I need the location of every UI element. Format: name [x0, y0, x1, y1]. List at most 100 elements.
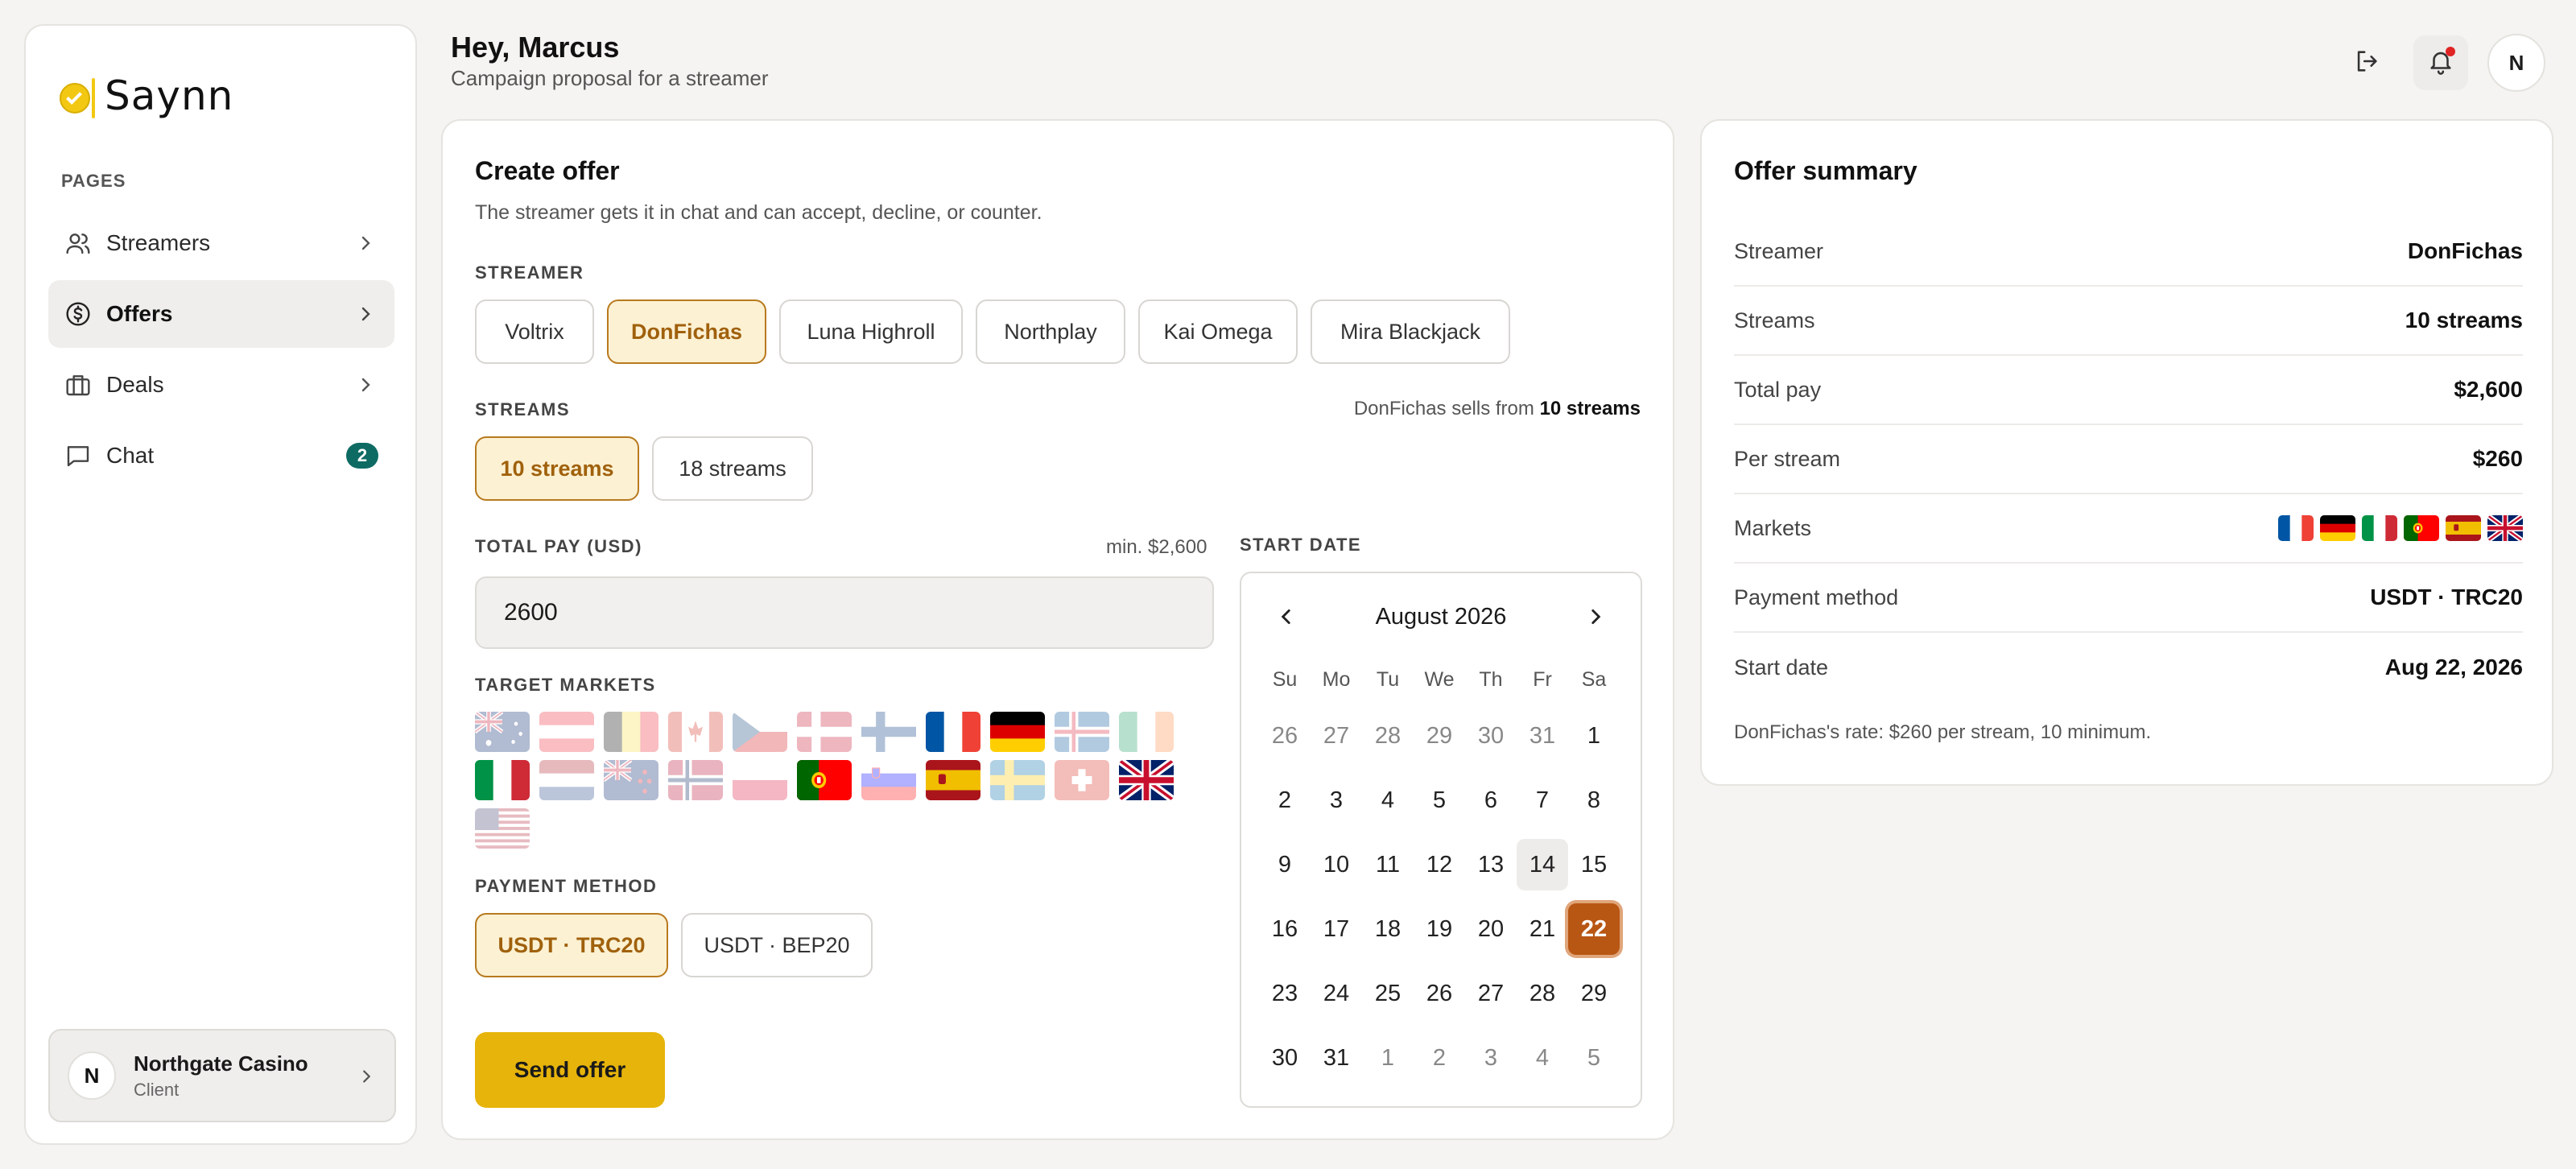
payment-option-bep20[interactable]: USDT · BEP20 [681, 913, 873, 977]
flag-ie-icon[interactable] [1119, 712, 1174, 752]
sidebar-item-label: Chat [106, 443, 155, 468]
calendar-day[interactable]: 12 [1414, 839, 1465, 890]
account-role: Client [134, 1079, 180, 1100]
logout-button[interactable] [2339, 35, 2394, 90]
calendar-day-outside[interactable]: 2 [1414, 1032, 1465, 1084]
account-switcher[interactable]: N Northgate Casino Client [48, 1029, 396, 1122]
calendar-day[interactable]: 11 [1362, 839, 1414, 890]
streamer-chip-donfichas[interactable]: DonFichas [607, 299, 766, 364]
send-offer-button[interactable]: Send offer [475, 1032, 665, 1108]
flag-at-icon[interactable] [539, 712, 594, 752]
sidebar-item-chat[interactable]: Chat 2 [48, 422, 394, 489]
flag-nl-icon[interactable] [539, 760, 594, 800]
flag-pl-icon[interactable] [733, 760, 787, 800]
streamer-chip-voltrix[interactable]: Voltrix [475, 299, 594, 364]
calendar-day[interactable]: 20 [1465, 903, 1517, 955]
calendar-day-selected[interactable]: 22 [1568, 903, 1620, 955]
calendar-day[interactable]: 26 [1414, 968, 1465, 1019]
calendar-day[interactable]: 9 [1259, 839, 1311, 890]
calendar-day[interactable]: 21 [1517, 903, 1568, 955]
streams-option-10[interactable]: 10 streams [475, 436, 639, 501]
total-pay-label: TOTAL PAY (USD) [475, 536, 642, 556]
flag-nz-icon[interactable] [604, 760, 658, 800]
calendar-day[interactable]: 29 [1568, 968, 1620, 1019]
calendar-day[interactable]: 18 [1362, 903, 1414, 955]
calendar-day[interactable]: 8 [1568, 775, 1620, 826]
calendar-day[interactable]: 30 [1259, 1032, 1311, 1084]
calendar-day-outside[interactable]: 1 [1362, 1032, 1414, 1084]
streams-option-18[interactable]: 18 streams [652, 436, 813, 501]
calendar-day[interactable]: 15 [1568, 839, 1620, 890]
flag-ch-icon[interactable] [1055, 760, 1109, 800]
calendar-day-outside[interactable]: 4 [1517, 1032, 1568, 1084]
flag-pt-icon[interactable] [797, 760, 852, 800]
flag-de-icon [2320, 515, 2355, 541]
total-pay-input[interactable] [475, 576, 1214, 649]
calendar-day-outside[interactable]: 5 [1568, 1032, 1620, 1084]
calendar-day[interactable]: 28 [1517, 968, 1568, 1019]
flag-dk-icon[interactable] [797, 712, 852, 752]
calendar-day[interactable]: 16 [1259, 903, 1311, 955]
sidebar-item-offers[interactable]: Offers [48, 280, 394, 348]
flag-be-icon[interactable] [604, 712, 658, 752]
flag-fr-icon[interactable] [926, 712, 980, 752]
flag-de-icon[interactable] [990, 712, 1045, 752]
calendar-day-outside[interactable]: 30 [1465, 710, 1517, 762]
calendar-day[interactable]: 7 [1517, 775, 1568, 826]
calendar-day-outside[interactable]: 31 [1517, 710, 1568, 762]
summary-row-per-stream: Per stream $260 [1734, 425, 2523, 494]
payment-option-trc20[interactable]: USDT · TRC20 [475, 913, 668, 977]
flag-fi-icon[interactable] [861, 712, 916, 752]
calendar-day[interactable]: 24 [1311, 968, 1362, 1019]
dollar-circle-icon [64, 300, 92, 328]
summary-value: Aug 22, 2026 [2384, 655, 2523, 680]
calendar-day[interactable]: 6 [1465, 775, 1517, 826]
streamer-chip-northplay[interactable]: Northplay [976, 299, 1125, 364]
brand-logo[interactable]: Saynn [60, 72, 233, 119]
calendar-day-outside[interactable]: 3 [1465, 1032, 1517, 1084]
calendar-day[interactable]: 14 [1517, 839, 1568, 890]
flag-no-icon[interactable] [668, 760, 723, 800]
flag-ca-icon[interactable] [668, 712, 723, 752]
account-name: Northgate Casino [134, 1051, 308, 1076]
flag-us-icon[interactable] [475, 808, 530, 849]
flag-si-icon[interactable] [861, 760, 916, 800]
calendar-day[interactable]: 31 [1311, 1032, 1362, 1084]
calendar-day[interactable]: 27 [1465, 968, 1517, 1019]
calendar-day-outside[interactable]: 28 [1362, 710, 1414, 762]
calendar-day[interactable]: 2 [1259, 775, 1311, 826]
sidebar-item-streamers[interactable]: Streamers [48, 209, 394, 277]
summary-value: $2,600 [2454, 377, 2523, 402]
summary-key: Markets [1734, 515, 1812, 540]
flag-se-icon[interactable] [990, 760, 1045, 800]
calendar-day[interactable]: 1 [1568, 710, 1620, 762]
calendar-day[interactable]: 10 [1311, 839, 1362, 890]
sidebar-item-label: Offers [106, 301, 173, 326]
flag-gb-icon[interactable] [1119, 760, 1174, 800]
streamer-chip-mira-blackjack[interactable]: Mira Blackjack [1311, 299, 1510, 364]
calendar-day[interactable]: 17 [1311, 903, 1362, 955]
notifications-button[interactable] [2413, 35, 2468, 90]
flag-it-icon[interactable] [475, 760, 530, 800]
streamer-chip-kai-omega[interactable]: Kai Omega [1138, 299, 1298, 364]
calendar-day[interactable]: 13 [1465, 839, 1517, 890]
calendar-day[interactable]: 23 [1259, 968, 1311, 1019]
flag-cz-icon[interactable] [733, 712, 787, 752]
calendar-day-outside[interactable]: 27 [1311, 710, 1362, 762]
calendar-day[interactable]: 4 [1362, 775, 1414, 826]
next-month-button[interactable] [1573, 596, 1618, 641]
calendar-day[interactable]: 3 [1311, 775, 1362, 826]
calendar-day-outside[interactable]: 29 [1414, 710, 1465, 762]
calendar-day[interactable]: 19 [1414, 903, 1465, 955]
flag-es-icon[interactable] [926, 760, 980, 800]
calendar-day[interactable]: 25 [1362, 968, 1414, 1019]
chevron-right-icon [356, 232, 375, 258]
streamer-chip-luna-highroll[interactable]: Luna Highroll [779, 299, 963, 364]
flag-is-icon[interactable] [1055, 712, 1109, 752]
calendar-day-outside[interactable]: 26 [1259, 710, 1311, 762]
sidebar-item-deals[interactable]: Deals [48, 351, 394, 419]
calendar-day[interactable]: 5 [1414, 775, 1465, 826]
flag-au-icon[interactable] [475, 712, 530, 752]
flag-es-icon [2446, 515, 2481, 541]
user-avatar[interactable]: N [2487, 34, 2545, 92]
